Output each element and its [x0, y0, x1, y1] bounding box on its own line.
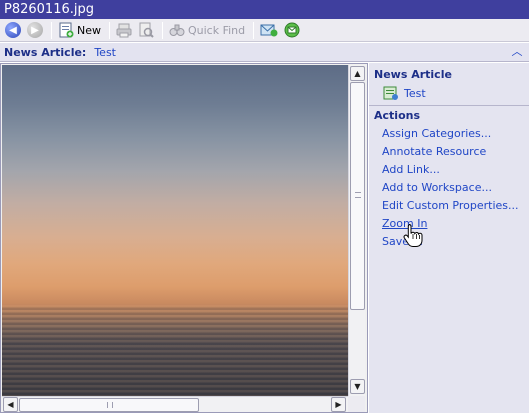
- vertical-scroll-thumb[interactable]: [350, 82, 365, 310]
- thumb-grip-icon: [355, 192, 361, 198]
- horizontal-scrollbar[interactable]: ◀ ▶: [2, 396, 348, 412]
- divider: [369, 105, 529, 106]
- scroll-left-button[interactable]: ◀: [3, 397, 18, 412]
- window-title: P8260116.jpg: [0, 0, 529, 19]
- action-add-to-workspace[interactable]: Add to Workspace...: [382, 179, 519, 197]
- send-mail-icon: [260, 24, 278, 37]
- action-annotate-resource[interactable]: Annotate Resource: [382, 143, 519, 161]
- hand-pointer-icon: [403, 224, 423, 247]
- news-article-link[interactable]: Test: [404, 87, 426, 100]
- attach-button[interactable]: [282, 21, 302, 40]
- image-viewer: ▲ ▼ ◀ ▶: [0, 63, 368, 413]
- binoculars-icon: [169, 24, 185, 36]
- section-title-actions: Actions: [374, 109, 420, 122]
- task-pane: News Article Test Actions Assign Categor…: [369, 63, 529, 413]
- section-title-news-article: News Article: [374, 68, 452, 81]
- print-preview-icon: [139, 22, 154, 38]
- scroll-right-button[interactable]: ▶: [331, 397, 346, 412]
- action-add-link[interactable]: Add Link...: [382, 161, 519, 179]
- scroll-up-button[interactable]: ▲: [350, 66, 365, 81]
- send-button[interactable]: [258, 21, 280, 40]
- new-button-label: New: [77, 23, 101, 37]
- mail-attach-icon: [284, 22, 300, 38]
- breadcrumb-link-test[interactable]: Test: [94, 46, 116, 59]
- forward-arrow-icon: ▶: [27, 22, 43, 38]
- scrollbar-corner: [348, 396, 365, 412]
- toolbar-separator: [253, 21, 255, 39]
- printer-icon: [116, 23, 132, 38]
- new-button[interactable]: New: [56, 21, 103, 40]
- print-preview-button[interactable]: [136, 21, 156, 40]
- vertical-scrollbar[interactable]: ▲ ▼: [348, 65, 365, 396]
- quick-find-button[interactable]: Quick Find: [167, 21, 247, 40]
- toolbar-separator: [109, 21, 110, 39]
- scroll-down-button[interactable]: ▼: [350, 379, 365, 394]
- horizontal-scroll-thumb[interactable]: [19, 398, 199, 412]
- print-button[interactable]: [114, 21, 134, 40]
- quick-find-label: Quick Find: [188, 23, 246, 37]
- breadcrumb-label: News Article:: [4, 45, 87, 59]
- back-button[interactable]: ◀: [3, 21, 23, 40]
- forward-button[interactable]: ▶: [25, 21, 45, 40]
- collapse-chevron-icon[interactable]: ︿: [510, 45, 524, 59]
- news-article-item[interactable]: Test: [383, 85, 426, 101]
- news-article-icon: [383, 86, 398, 100]
- sunset-photo: [2, 65, 348, 405]
- action-assign-categories[interactable]: Assign Categories...: [382, 125, 519, 143]
- thumb-grip-icon: [107, 402, 113, 408]
- toolbar-separator: [162, 21, 163, 39]
- breadcrumb: News Article: Test ︿: [0, 43, 529, 62]
- toolbar-separator: [51, 21, 52, 39]
- back-arrow-icon: ◀: [5, 22, 21, 38]
- new-document-icon: [59, 22, 74, 38]
- toolbar: ◀ ▶ New Quick Find: [0, 19, 529, 42]
- action-edit-custom-properties[interactable]: Edit Custom Properties...: [382, 197, 519, 215]
- sea-reflection: [2, 305, 348, 405]
